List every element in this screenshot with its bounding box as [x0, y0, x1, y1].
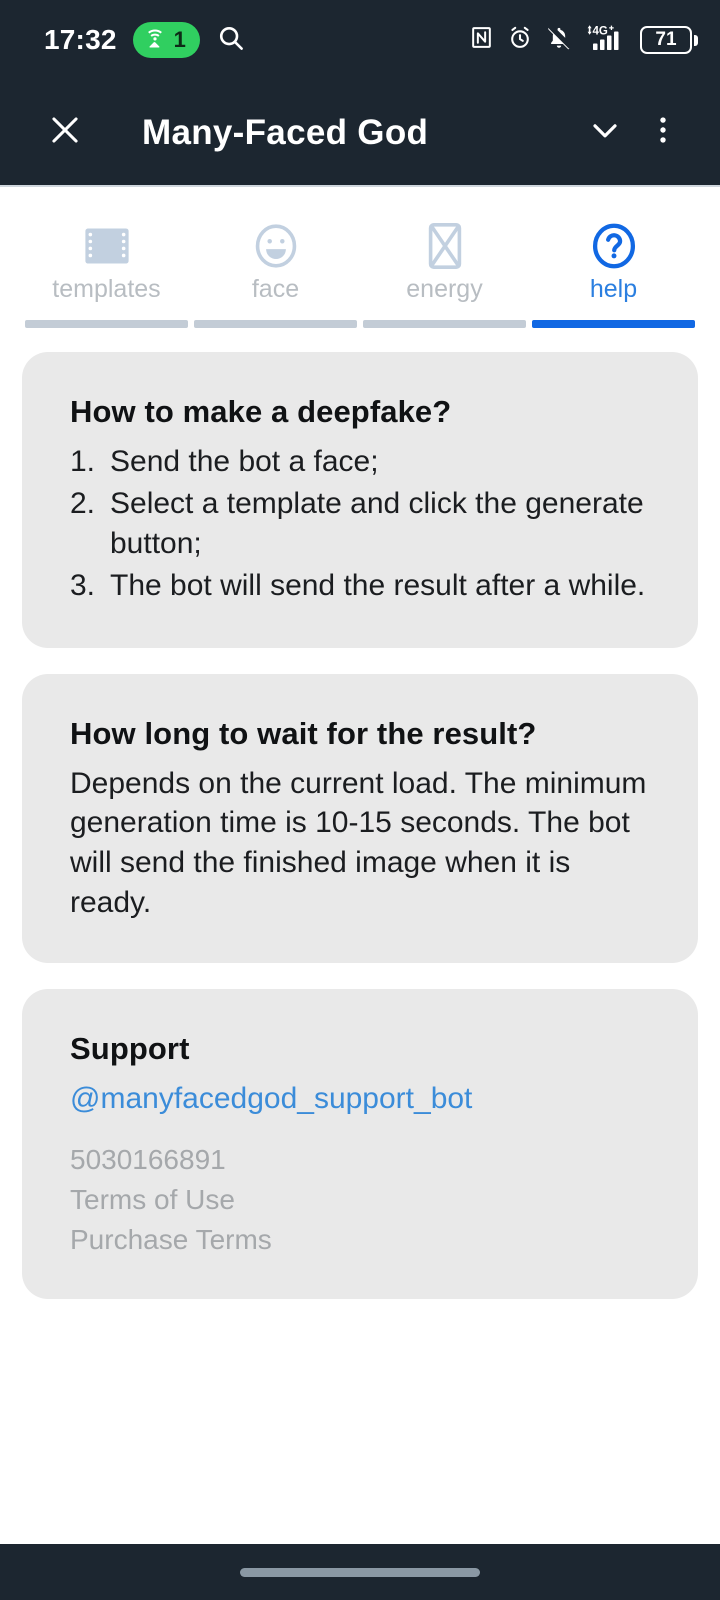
step-text: Select a template and click the generate…	[110, 486, 644, 560]
card-how-to-make-deepfake: How to make a deepfake? 1. Send the bot …	[22, 352, 698, 648]
collapse-button[interactable]	[576, 104, 634, 162]
system-navigation-bar	[0, 1544, 720, 1600]
deepfake-steps-list: 1. Send the bot a face; 2. Select a temp…	[70, 442, 650, 606]
card-how-long-to-wait: How long to wait for the result? Depends…	[22, 673, 698, 964]
terms-of-use-link[interactable]: Terms of Use	[70, 1180, 650, 1220]
step-text: The bot will send the result after a whi…	[110, 568, 646, 602]
card-title-how-to: How to make a deepfake?	[70, 394, 452, 429]
status-bar-right: 4G 71	[469, 24, 698, 57]
card-body-how-long: Depends on the current load. The minimum…	[70, 766, 647, 920]
tab-underline-help	[532, 320, 695, 328]
tab-underline-face	[194, 320, 357, 328]
tab-label-energy: energy	[406, 275, 483, 303]
signal-4g-plus-icon: 4G	[585, 24, 627, 57]
film-strip-icon	[80, 219, 134, 273]
list-item: 1. Send the bot a face;	[70, 442, 650, 482]
list-item: 3. The bot will send the result after a …	[70, 566, 650, 606]
nfc-icon	[469, 25, 494, 55]
chevron-down-icon	[585, 110, 625, 155]
tab-face[interactable]: face	[191, 205, 360, 328]
smiley-face-icon	[249, 219, 303, 273]
list-item: 2. Select a template and click the gener…	[70, 484, 650, 564]
status-bar-left: 17:32 1	[44, 22, 246, 58]
support-meta: 5030166891 Terms of Use Purchase Terms	[70, 1140, 650, 1259]
bell-muted-icon	[546, 24, 573, 56]
tab-templates[interactable]: templates	[22, 205, 191, 328]
home-gesture-pill[interactable]	[240, 1567, 480, 1577]
card-title-support: Support	[70, 1031, 190, 1067]
tab-underline-energy	[363, 320, 526, 328]
step-number: 3.	[70, 568, 96, 602]
broken-image-placeholder-icon	[418, 219, 472, 273]
support-bot-link[interactable]: @manyfacedgod_support_bot	[70, 1079, 650, 1118]
hotspot-badge: 1	[132, 22, 200, 58]
tab-label-face: face	[251, 275, 300, 303]
wifi-tethering-icon	[143, 26, 167, 55]
app-bar: Many-Faced God	[0, 80, 720, 185]
close-icon	[46, 111, 84, 154]
battery-icon: 71	[640, 26, 698, 54]
card-support: Support @manyfacedgod_support_bot 503016…	[22, 989, 698, 1300]
hotspot-count: 1	[173, 27, 186, 52]
help-content: How to make a deepfake? 1. Send the bot …	[0, 328, 720, 1300]
battery-percent: 71	[655, 29, 677, 50]
status-clock: 17:32	[44, 24, 117, 55]
tab-bar: templates face energy help	[0, 187, 720, 328]
step-text: Send the bot a face;	[110, 445, 379, 478]
more-vertical-icon	[646, 113, 680, 152]
user-id-text: 5030166891	[70, 1144, 226, 1176]
purchase-terms-link[interactable]: Purchase Terms	[70, 1220, 650, 1260]
tab-help[interactable]: help	[529, 205, 698, 328]
more-options-button[interactable]	[634, 104, 692, 162]
page-title: Many-Faced God	[142, 112, 429, 152]
card-title-how-long: How long to wait for the result?	[70, 715, 537, 751]
search-icon[interactable]	[216, 23, 246, 58]
alarm-icon	[507, 25, 533, 56]
tab-energy[interactable]: energy	[360, 205, 529, 328]
tab-label-help: help	[589, 275, 638, 303]
tab-label-templates: templates	[52, 275, 161, 303]
tab-underline-templates	[25, 320, 188, 328]
step-number: 1.	[70, 445, 96, 478]
step-number: 2.	[70, 486, 96, 520]
question-mark-circle-icon	[587, 219, 641, 273]
network-type-label: 4G	[593, 25, 608, 37]
close-button[interactable]	[36, 104, 94, 162]
status-bar: 17:32 1 4G 71	[0, 0, 720, 80]
